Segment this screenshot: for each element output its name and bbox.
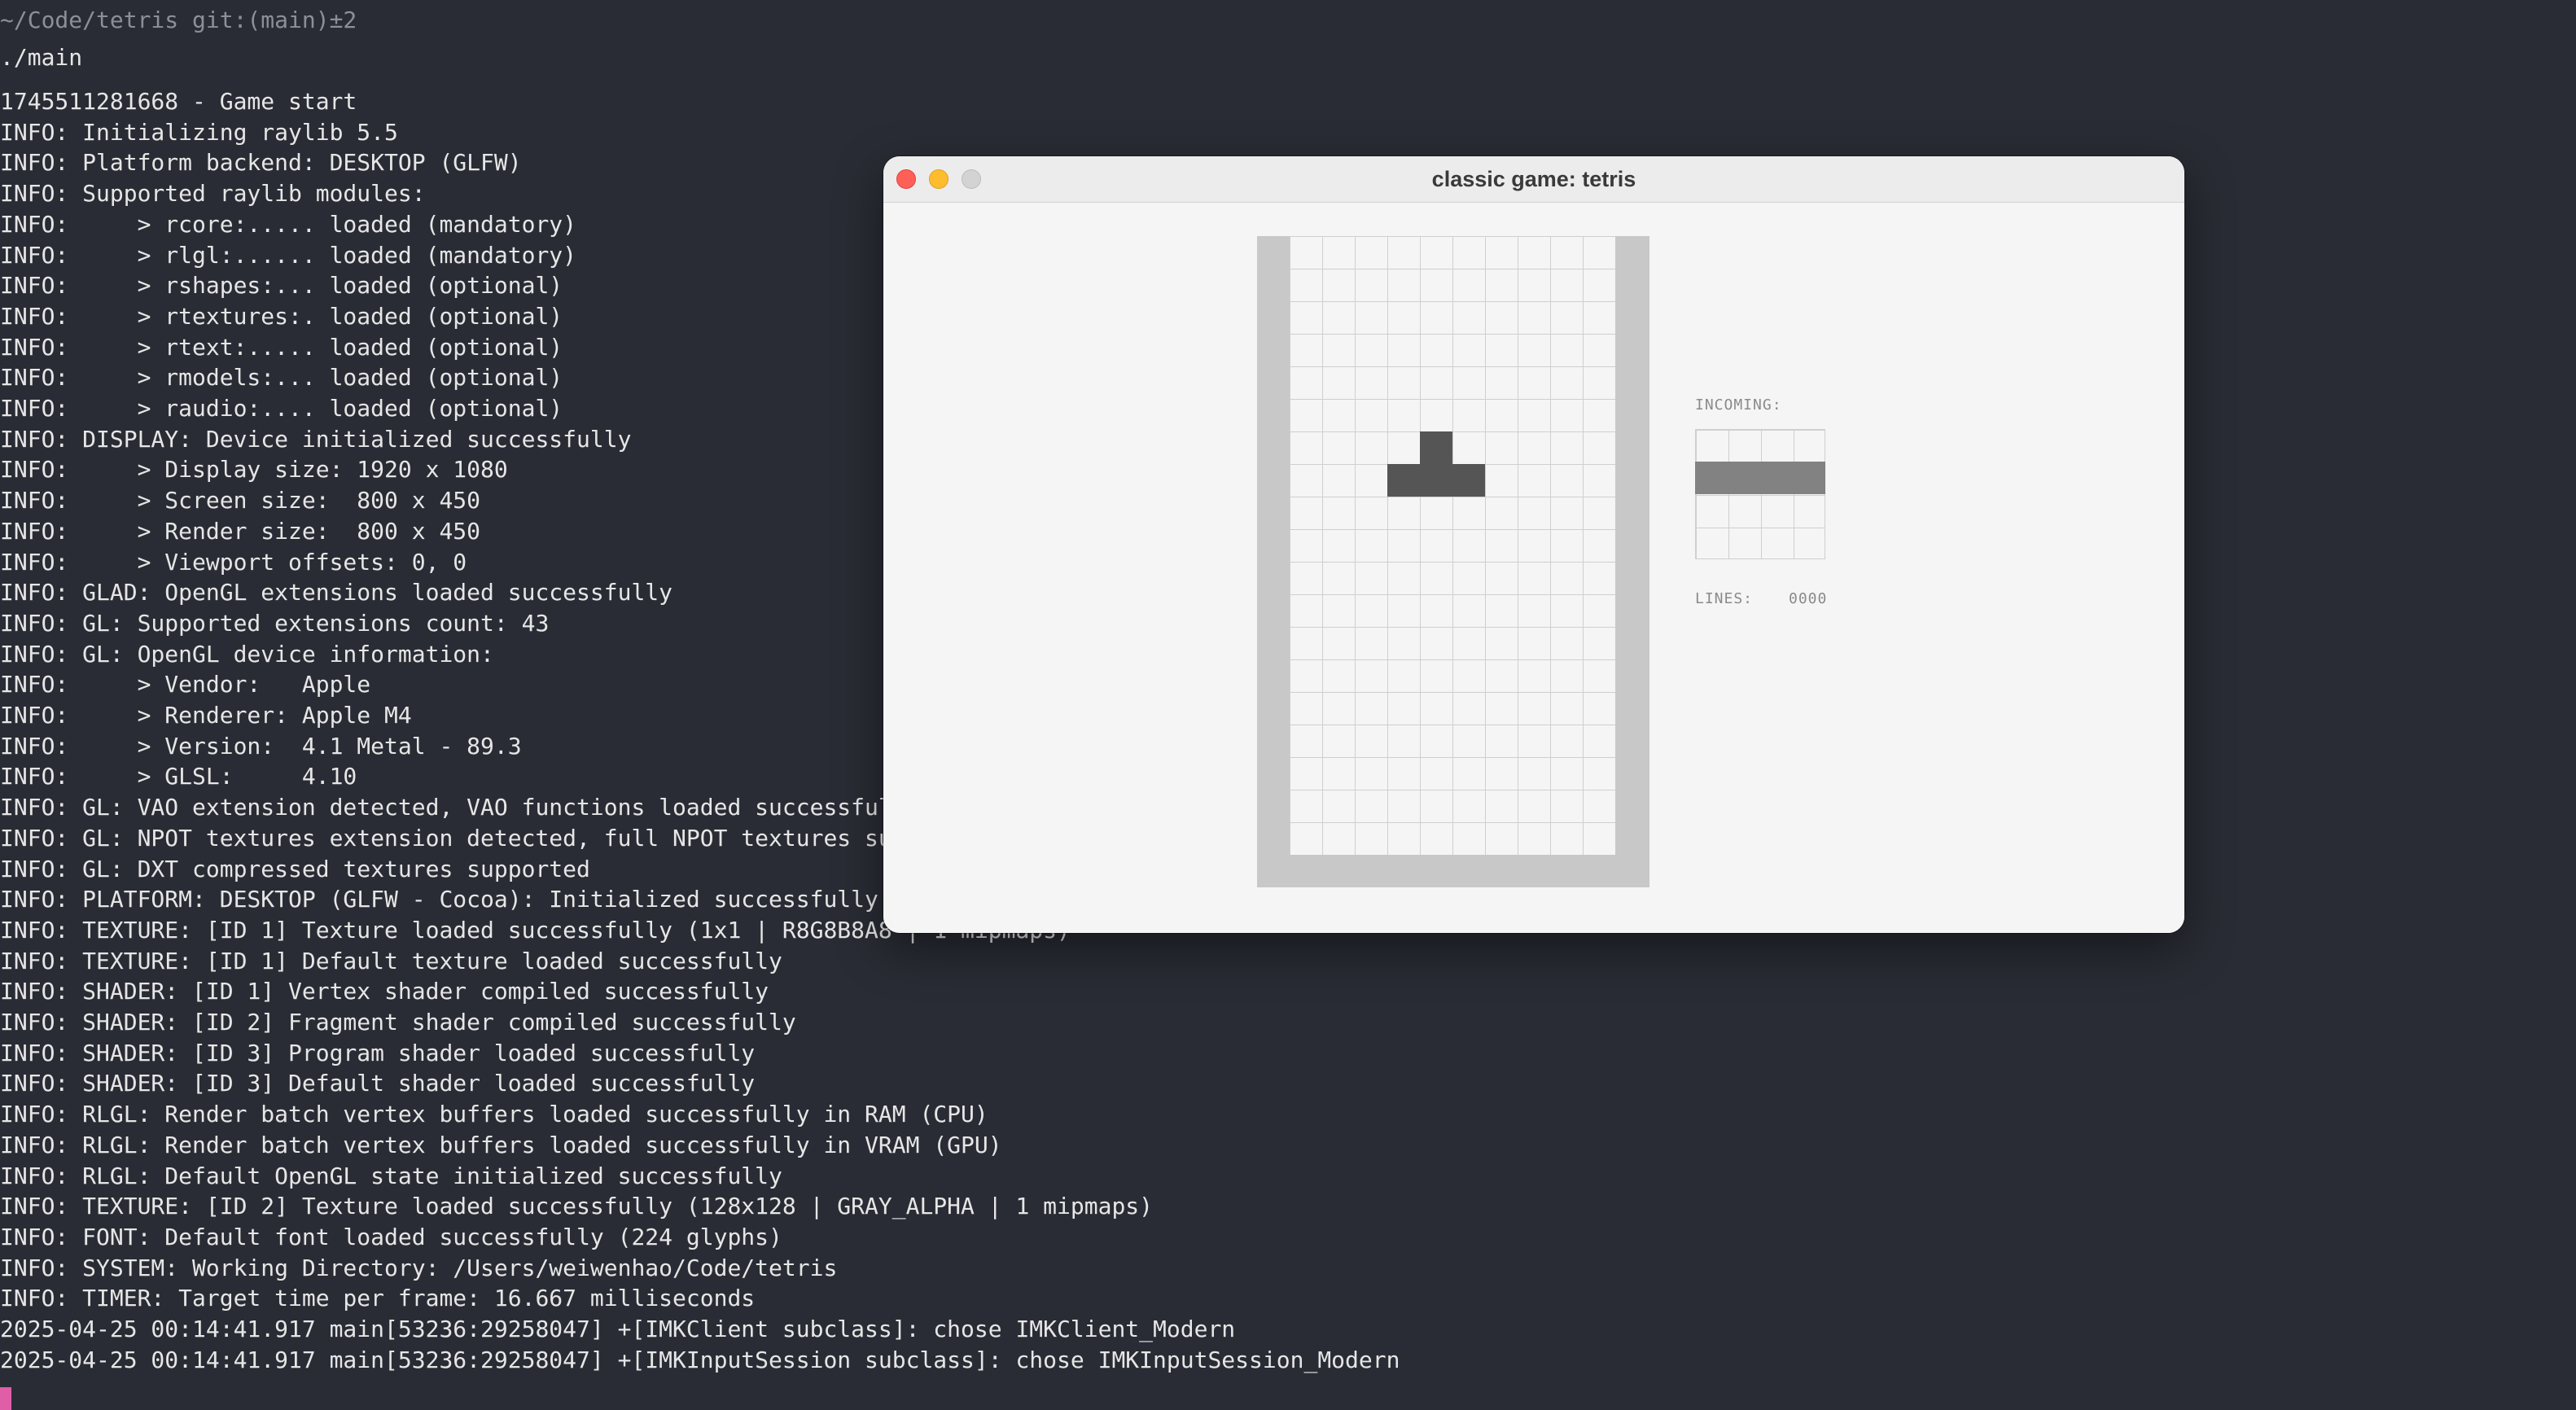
terminal-line: INFO: > Renderer: Apple M4 (0, 702, 412, 729)
terminal-line: INFO: TEXTURE: [ID 2] Texture loaded suc… (0, 1193, 1154, 1220)
lines-label: LINES: (1695, 590, 1754, 607)
terminal-line: INFO: GL: NPOT textures extension detect… (0, 824, 988, 852)
terminal-line: 1745511281668 - Game start (0, 88, 357, 115)
terminal-line: INFO: > rshapes:... loaded (optional) (0, 272, 563, 300)
terminal-line: INFO: GL: DXT compressed textures suppor… (0, 855, 590, 882)
terminal-line: INFO: > Version: 4.1 Metal - 89.3 (0, 732, 522, 760)
terminal-line: INFO: > Vendor: Apple (0, 671, 371, 698)
terminal-line: INFO: > rtextures:. loaded (optional) (0, 302, 563, 330)
terminal-line: INFO: SHADER: [ID 1] Vertex shader compi… (0, 978, 769, 1005)
active-piece-block (1420, 431, 1452, 464)
window-title: classic game: tetris (1431, 167, 1636, 191)
incoming-piece-block (1760, 462, 1793, 494)
terminal-cursor (0, 1387, 11, 1410)
incoming-piece-block (1728, 462, 1760, 494)
incoming-preview (1695, 429, 1825, 559)
terminal-line: INFO: SHADER: [ID 3] Program shader load… (0, 1039, 756, 1066)
terminal-line: INFO: RLGL: Render batch vertex buffers … (0, 1101, 988, 1128)
terminal-line: INFO: PLATFORM: DESKTOP (GLFW - Cocoa): … (0, 886, 878, 913)
terminal-line: INFO: Supported raylib modules: (0, 180, 426, 208)
terminal-line: INFO: > Display size: 1920 x 1080 (0, 456, 508, 484)
terminal-line: INFO: > rlgl:...... loaded (mandatory) (0, 241, 577, 269)
active-piece-block (1387, 464, 1420, 497)
incoming-label: INCOMING: (1695, 396, 1782, 414)
terminal-line: INFO: > rcore:..... loaded (mandatory) (0, 210, 577, 238)
terminal-line: INFO: GLAD: OpenGL extensions loaded suc… (0, 579, 673, 606)
active-piece-block (1452, 464, 1485, 497)
terminal-line: INFO: TIMER: Target time per frame: 16.6… (0, 1285, 756, 1312)
terminal-line: 2025-04-25 00:14:41.917 main[53236:29258… (0, 1346, 1400, 1373)
game-canvas[interactable]: INCOMING: LINES: 0000 (883, 203, 2184, 933)
terminal-line: INFO: SHADER: [ID 2] Fragment shader com… (0, 1009, 796, 1036)
terminal-line: INFO: Initializing raylib 5.5 (0, 118, 398, 146)
terminal-line: INFO: SHADER: [ID 3] Default shader load… (0, 1070, 756, 1097)
terminal-line: INFO: RLGL: Default OpenGL state initial… (0, 1162, 782, 1189)
board-well (1257, 236, 1649, 887)
lines-count: 0000 (1789, 590, 1828, 607)
terminal-line: INFO: GL: OpenGL device information: (0, 640, 494, 668)
terminal-line: 2025-04-25 00:14:41.917 main[53236:29258… (0, 1316, 1236, 1342)
game-window[interactable]: classic game: tetris INCOMING: LINES: 00… (883, 156, 2184, 933)
board-grid (1290, 236, 1615, 855)
terminal-line: INFO: GL: VAO extension detected, VAO fu… (0, 794, 920, 821)
terminal-command: ./main (0, 44, 83, 71)
terminal-line: INFO: DISPLAY: Device initialized succes… (0, 425, 632, 453)
terminal-line: INFO: > Screen size: 800 x 450 (0, 487, 481, 515)
window-titlebar[interactable]: classic game: tetris (883, 156, 2184, 203)
terminal-prompt: ~/Code/tetris git:(main)±2 (0, 7, 357, 33)
terminal-line: INFO: > raudio:.... loaded (optional) (0, 395, 563, 422)
incoming-piece-block (1793, 462, 1825, 494)
terminal-line: INFO: TEXTURE: [ID 1] Default texture lo… (0, 947, 782, 974)
terminal-line: INFO: > rmodels:... loaded (optional) (0, 364, 563, 392)
incoming-piece-block (1695, 462, 1728, 494)
terminal-line: INFO: RLGL: Render batch vertex buffers … (0, 1131, 1002, 1158)
terminal-line: INFO: > rtext:..... loaded (optional) (0, 333, 563, 361)
terminal-line: INFO: SYSTEM: Working Directory: /Users/… (0, 1254, 838, 1281)
terminal-line: INFO: > Render size: 800 x 450 (0, 517, 481, 545)
terminal-line: INFO: > Viewport offsets: 0, 0 (0, 548, 467, 576)
active-piece-block (1420, 464, 1452, 497)
terminal-line: INFO: Platform backend: DESKTOP (GLFW) (0, 149, 522, 177)
terminal-line: INFO: > GLSL: 4.10 (0, 763, 357, 790)
terminal-line: INFO: GL: Supported extensions count: 43 (0, 609, 550, 637)
terminal-line: INFO: FONT: Default font loaded successf… (0, 1223, 782, 1250)
